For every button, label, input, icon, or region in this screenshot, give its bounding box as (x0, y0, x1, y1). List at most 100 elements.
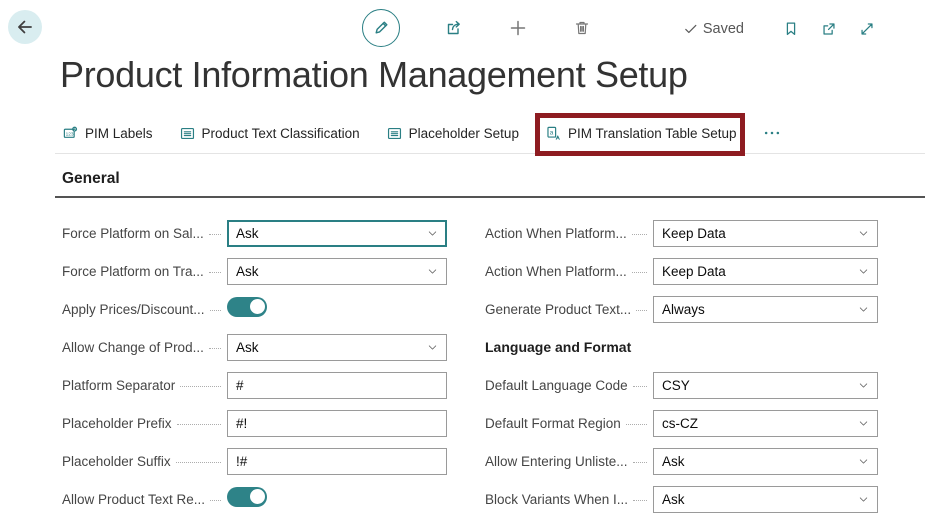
field-container: Ask (653, 485, 878, 513)
field-label-text: Force Platform on Tra... (62, 263, 204, 279)
field-label-text: Apply Prices/Discount... (62, 301, 205, 317)
dotted-leader (210, 499, 221, 501)
subsection-title: Language and Format (485, 339, 632, 355)
share-button[interactable] (444, 18, 464, 38)
back-arrow-icon (14, 16, 36, 38)
dotted-leader (625, 423, 647, 425)
form-column-right: Action When Platform... Keep Data Action W… (485, 214, 879, 517)
field-label: Placeholder Prefix (62, 416, 227, 431)
select-value: CSY (662, 377, 690, 393)
select-default-format-region[interactable]: cs-CZ (653, 409, 878, 437)
field-label: Block Variants When I... (485, 492, 653, 507)
action-label: Product Text Classification (201, 125, 360, 141)
action-pim-translation-table-setup[interactable]: a PIM Translation Table Setup (534, 112, 745, 156)
pencil-icon (371, 18, 391, 38)
field-container (227, 409, 447, 437)
list-icon (386, 125, 403, 142)
action-placeholder-setup[interactable]: Placeholder Setup (386, 125, 519, 142)
ellipsis-icon (763, 124, 781, 142)
form-row-allow-entering-unliste: Allow Entering Unliste... Ask (485, 442, 879, 480)
pim-setup-page: Saved Product Information Management Set… (0, 0, 932, 517)
form-row-apply-prices-discount: Apply Prices/Discount... (62, 290, 448, 328)
select-value: cs-CZ (662, 415, 698, 431)
toggle-apply-prices-discount[interactable] (227, 296, 267, 317)
form-row-default-language-code: Default Language Code CSY (485, 366, 879, 404)
select-force-platform-on-tra[interactable]: Ask (227, 257, 447, 285)
field-label-text: Placeholder Suffix (62, 453, 171, 469)
field-label-text: Allow Product Text Re... (62, 491, 206, 507)
expand-icon (858, 20, 876, 38)
select-allow-change-of-prod[interactable]: Ask (227, 333, 447, 361)
select-action-when-platform[interactable]: Keep Data (653, 257, 878, 285)
form-row-action-when-platform: Action When Platform... Keep Data (485, 252, 879, 290)
save-status: Saved (683, 21, 744, 37)
open-in-new-window-button[interactable] (820, 20, 838, 38)
share-icon (444, 18, 464, 38)
form-row-block-variants-when-i: Block Variants When I... Ask (485, 480, 879, 517)
action-pim-labels[interactable]: 123? PIM Labels (62, 125, 153, 142)
select-value: Ask (662, 453, 685, 469)
field-label-text: Allow Change of Prod... (62, 339, 204, 355)
svg-text:a: a (550, 129, 554, 136)
field-container: Ask (227, 219, 447, 247)
expand-button[interactable] (858, 20, 876, 38)
select-value: Keep Data (662, 263, 726, 279)
delete-button[interactable] (572, 18, 592, 38)
form-row-allow-change-of-prod: Allow Change of Prod... Ask (62, 328, 448, 366)
bookmark-icon (782, 20, 800, 38)
select-allow-entering-unliste[interactable]: Ask (653, 447, 878, 475)
section-underline (55, 196, 925, 198)
field-label-text: Default Format Region (485, 415, 621, 431)
dotted-leader (208, 233, 221, 235)
field-label: Placeholder Suffix (62, 454, 227, 469)
select-generate-product-text[interactable]: Always (653, 295, 878, 323)
chevron-down-icon (857, 265, 870, 278)
action-label: Placeholder Setup (408, 125, 519, 141)
field-label-text: Allow Entering Unliste... (485, 453, 628, 469)
select-force-platform-on-sal[interactable]: Ask (227, 219, 447, 247)
page-title: Product Information Management Setup (60, 54, 688, 95)
chevron-down-icon (857, 455, 870, 468)
action-label: PIM Translation Table Setup (567, 125, 737, 141)
dotted-leader (631, 271, 647, 273)
chevron-down-icon (857, 227, 870, 240)
field-label-text: Platform Separator (62, 377, 176, 393)
field-label: Platform Separator (62, 378, 227, 393)
add-button[interactable] (508, 18, 528, 38)
back-button[interactable] (8, 10, 42, 44)
section-title-general: General (62, 170, 120, 187)
more-actions-button[interactable] (763, 124, 781, 142)
input-platform-separator[interactable] (227, 371, 447, 399)
list-icon (179, 125, 196, 142)
top-toolbar: Saved (0, 0, 932, 58)
trash-icon (572, 18, 592, 38)
select-action-when-platform[interactable]: Keep Data (653, 219, 878, 247)
subsection-language-and-format: Language and Format (485, 328, 879, 366)
field-container: Ask (227, 257, 447, 285)
plus-icon (508, 18, 528, 38)
field-label: Force Platform on Sal... (62, 226, 227, 241)
field-container: cs-CZ (653, 409, 878, 437)
bookmark-button[interactable] (782, 20, 800, 38)
form-row-platform-separator: Platform Separator (62, 366, 448, 404)
input-placeholder-suffix[interactable] (227, 447, 447, 475)
action-product-text-classification[interactable]: Product Text Classification (179, 125, 360, 142)
field-label: Allow Change of Prod... (62, 340, 227, 355)
edit-button[interactable] (362, 9, 400, 47)
field-label: Allow Product Text Re... (62, 492, 227, 507)
field-label-text: Action When Platform... (485, 225, 627, 241)
dotted-leader (633, 499, 647, 501)
select-value: Ask (236, 225, 259, 241)
input-placeholder-prefix[interactable] (227, 409, 447, 437)
select-default-language-code[interactable]: CSY (653, 371, 878, 399)
actionbar-divider (55, 153, 925, 154)
field-container: Always (653, 295, 878, 323)
action-label: PIM Labels (85, 125, 153, 141)
dotted-leader (209, 309, 221, 311)
dotted-leader (208, 347, 221, 349)
select-value: Ask (236, 263, 259, 279)
field-label: Action When Platform... (485, 264, 653, 279)
field-label: Action When Platform... (485, 226, 653, 241)
toggle-allow-product-text-re[interactable] (227, 486, 267, 507)
select-block-variants-when-i[interactable]: Ask (653, 485, 878, 513)
